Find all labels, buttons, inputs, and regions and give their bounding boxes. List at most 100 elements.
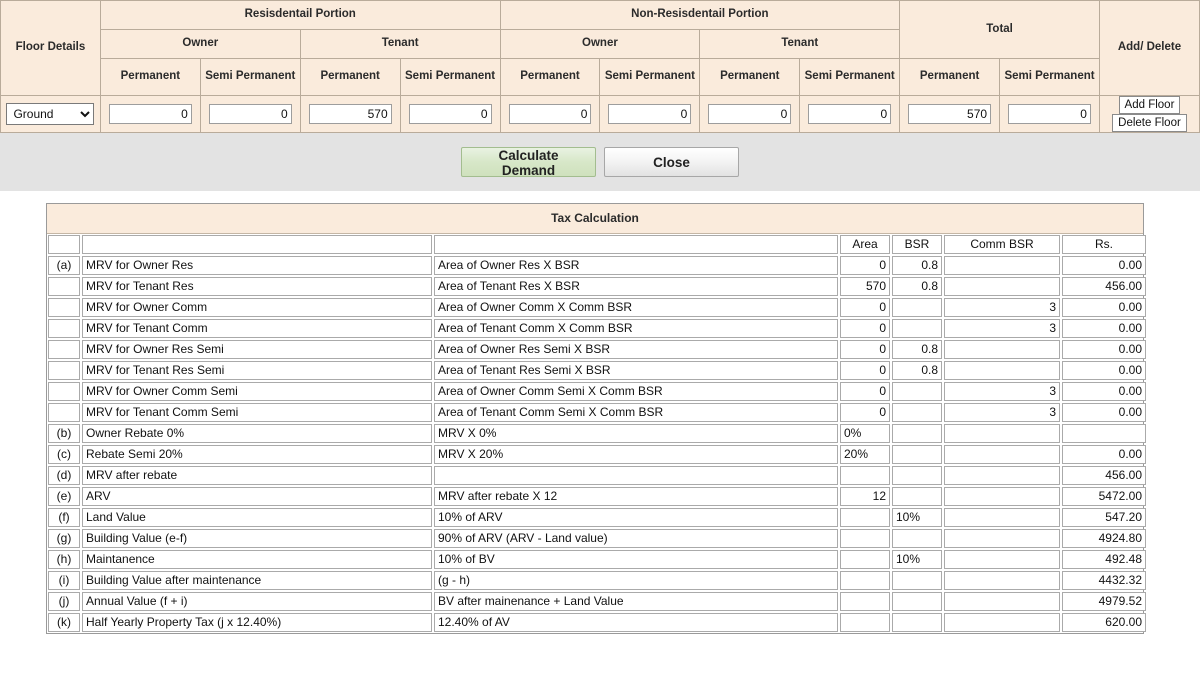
- nonres-tenant-permanent-input[interactable]: [708, 104, 792, 124]
- row-comm-bsr[interactable]: [944, 529, 1060, 548]
- row-rs[interactable]: 0.00: [1062, 319, 1146, 338]
- row-rs[interactable]: 0.00: [1062, 298, 1146, 317]
- row-formula[interactable]: Area of Owner Res Semi X BSR: [434, 340, 838, 359]
- row-bsr[interactable]: 10%: [892, 550, 942, 569]
- row-rs[interactable]: [1062, 424, 1146, 443]
- row-formula[interactable]: MRV X 0%: [434, 424, 838, 443]
- row-rs[interactable]: 492.48: [1062, 550, 1146, 569]
- row-description[interactable]: MRV for Owner Res: [82, 256, 432, 275]
- row-bsr[interactable]: [892, 571, 942, 590]
- row-description[interactable]: Building Value after maintenance: [82, 571, 432, 590]
- row-area[interactable]: 0: [840, 382, 890, 401]
- row-rs[interactable]: 4924.80: [1062, 529, 1146, 548]
- row-area[interactable]: 20%: [840, 445, 890, 464]
- add-floor-button[interactable]: Add Floor: [1118, 96, 1181, 114]
- row-description[interactable]: Owner Rebate 0%: [82, 424, 432, 443]
- row-area[interactable]: [840, 571, 890, 590]
- row-comm-bsr[interactable]: 3: [944, 382, 1060, 401]
- row-area[interactable]: [840, 550, 890, 569]
- row-comm-bsr[interactable]: [944, 613, 1060, 632]
- nonres-owner-semi-input[interactable]: [608, 104, 692, 124]
- row-formula[interactable]: Area of Tenant Comm Semi X Comm BSR: [434, 403, 838, 422]
- row-area[interactable]: [840, 592, 890, 611]
- row-area[interactable]: 0: [840, 403, 890, 422]
- row-rs[interactable]: 456.00: [1062, 466, 1146, 485]
- row-description[interactable]: Half Yearly Property Tax (j x 12.40%): [82, 613, 432, 632]
- row-description[interactable]: Annual Value (f + i): [82, 592, 432, 611]
- row-rs[interactable]: 4979.52: [1062, 592, 1146, 611]
- row-formula[interactable]: 10% of BV: [434, 550, 838, 569]
- row-area[interactable]: [840, 613, 890, 632]
- row-comm-bsr[interactable]: [944, 445, 1060, 464]
- row-area[interactable]: 570: [840, 277, 890, 296]
- row-bsr[interactable]: [892, 592, 942, 611]
- row-description[interactable]: Land Value: [82, 508, 432, 527]
- row-comm-bsr[interactable]: [944, 466, 1060, 485]
- row-area[interactable]: 0: [840, 256, 890, 275]
- row-comm-bsr[interactable]: [944, 550, 1060, 569]
- row-area[interactable]: 0: [840, 340, 890, 359]
- row-rs[interactable]: 0.00: [1062, 256, 1146, 275]
- total-semi-input[interactable]: [1008, 104, 1091, 124]
- row-comm-bsr[interactable]: [944, 256, 1060, 275]
- row-comm-bsr[interactable]: [944, 508, 1060, 527]
- row-bsr[interactable]: [892, 613, 942, 632]
- row-bsr[interactable]: 0.8: [892, 340, 942, 359]
- floor-select[interactable]: Ground: [6, 103, 95, 125]
- row-formula[interactable]: MRV X 20%: [434, 445, 838, 464]
- row-area[interactable]: [840, 466, 890, 485]
- row-rs[interactable]: 5472.00: [1062, 487, 1146, 506]
- row-rs[interactable]: 0.00: [1062, 403, 1146, 422]
- row-rs[interactable]: 547.20: [1062, 508, 1146, 527]
- row-formula[interactable]: Area of Tenant Res X BSR: [434, 277, 838, 296]
- row-bsr[interactable]: [892, 382, 942, 401]
- row-comm-bsr[interactable]: 3: [944, 298, 1060, 317]
- row-description[interactable]: MRV for Tenant Res Semi: [82, 361, 432, 380]
- row-bsr[interactable]: 0.8: [892, 256, 942, 275]
- close-button[interactable]: Close: [604, 147, 739, 177]
- row-area[interactable]: 12: [840, 487, 890, 506]
- row-formula[interactable]: [434, 466, 838, 485]
- row-comm-bsr[interactable]: [944, 571, 1060, 590]
- row-bsr[interactable]: [892, 466, 942, 485]
- row-formula[interactable]: Area of Tenant Comm X Comm BSR: [434, 319, 838, 338]
- res-tenant-semi-input[interactable]: [408, 104, 492, 124]
- nonres-owner-permanent-input[interactable]: [508, 104, 592, 124]
- row-description[interactable]: Maintanence: [82, 550, 432, 569]
- row-rs[interactable]: 456.00: [1062, 277, 1146, 296]
- row-description[interactable]: ARV: [82, 487, 432, 506]
- nonres-tenant-semi-input[interactable]: [808, 104, 892, 124]
- row-description[interactable]: MRV for Owner Res Semi: [82, 340, 432, 359]
- row-comm-bsr[interactable]: [944, 487, 1060, 506]
- res-owner-permanent-input[interactable]: [108, 104, 192, 124]
- row-area[interactable]: 0%: [840, 424, 890, 443]
- row-description[interactable]: MRV for Tenant Comm Semi: [82, 403, 432, 422]
- row-comm-bsr[interactable]: [944, 340, 1060, 359]
- res-tenant-permanent-input[interactable]: [308, 104, 392, 124]
- row-formula[interactable]: 10% of ARV: [434, 508, 838, 527]
- row-formula[interactable]: (g - h): [434, 571, 838, 590]
- row-comm-bsr[interactable]: [944, 361, 1060, 380]
- row-bsr[interactable]: [892, 445, 942, 464]
- row-formula[interactable]: Area of Owner Comm X Comm BSR: [434, 298, 838, 317]
- row-formula[interactable]: Area of Owner Comm Semi X Comm BSR: [434, 382, 838, 401]
- row-bsr[interactable]: 0.8: [892, 277, 942, 296]
- row-bsr[interactable]: [892, 424, 942, 443]
- row-description[interactable]: Building Value (e-f): [82, 529, 432, 548]
- delete-floor-button[interactable]: Delete Floor: [1112, 114, 1187, 132]
- res-owner-semi-input[interactable]: [208, 104, 292, 124]
- row-area[interactable]: [840, 508, 890, 527]
- row-area[interactable]: [840, 529, 890, 548]
- row-comm-bsr[interactable]: [944, 277, 1060, 296]
- row-bsr[interactable]: [892, 487, 942, 506]
- row-bsr[interactable]: [892, 403, 942, 422]
- row-area[interactable]: 0: [840, 298, 890, 317]
- row-area[interactable]: 0: [840, 361, 890, 380]
- row-description[interactable]: MRV for Owner Comm Semi: [82, 382, 432, 401]
- row-description[interactable]: MRV for Tenant Res: [82, 277, 432, 296]
- row-comm-bsr[interactable]: 3: [944, 403, 1060, 422]
- row-formula[interactable]: BV after mainenance + Land Value: [434, 592, 838, 611]
- row-rs[interactable]: 620.00: [1062, 613, 1146, 632]
- row-comm-bsr[interactable]: [944, 424, 1060, 443]
- row-description[interactable]: Rebate Semi 20%: [82, 445, 432, 464]
